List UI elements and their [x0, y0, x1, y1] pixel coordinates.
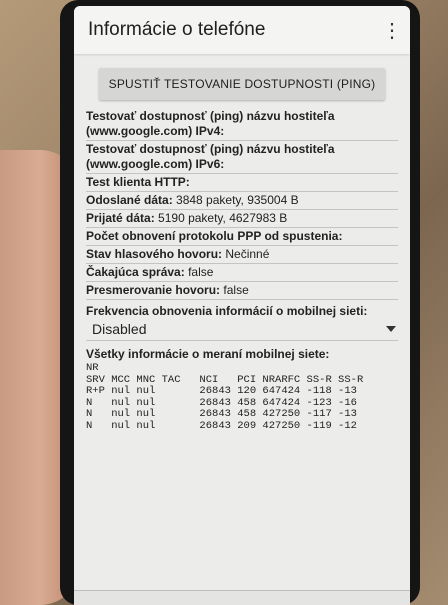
cell-info-line: N nul nul 26843 209 427250 -119 -12 — [86, 419, 357, 432]
row-label: Test klienta HTTP: — [86, 175, 190, 189]
row-label: Testovať dostupnosť (ping) názvu hostite… — [86, 109, 335, 138]
info-row-ping-ipv4: Testovať dostupnosť (ping) názvu hostite… — [86, 108, 398, 141]
cell-info-label: Všetky informácie o meraní mobilnej siet… — [86, 347, 330, 361]
cell-info-table: NR SRV MCC MNC TAC NCI PCI NRARFC SS-R SS… — [86, 362, 398, 432]
cell-info-line: N nul nul 26843 458 427250 -117 -13 — [86, 408, 357, 420]
row-label: Stav hlasového hovoru: — [86, 247, 223, 261]
row-value: false — [223, 283, 249, 297]
row-label: Presmerovanie hovoru: — [86, 283, 221, 297]
cell-info-line: R+P nul nul 26843 120 647424 -118 -13 — [86, 385, 357, 397]
phone-screen: Informácie o telefóne ⋮ SPUSTIŤ TESTOVAN… — [74, 6, 410, 605]
row-label: Čakajúca správa: — [86, 265, 185, 279]
row-label: Počet obnovení protokolu PPP od spusteni… — [86, 229, 343, 243]
dropdown-arrow-icon — [386, 326, 396, 332]
cell-info-header: NR — [86, 362, 99, 374]
info-row-call-state: Stav hlasového hovoru: Nečinné — [86, 246, 398, 264]
row-value: false — [188, 265, 214, 279]
more-vert-icon[interactable]: ⋮ — [382, 18, 402, 43]
bottom-bar — [74, 590, 410, 605]
refresh-rate-label: Frekvencia obnovenia informácií o mobiln… — [86, 304, 368, 318]
info-row-ping-ipv6: Testovať dostupnosť (ping) názvu hostite… — [86, 141, 398, 174]
row-label: Odoslané dáta: — [86, 193, 173, 207]
row-value: 5190 pakety, 4627983 B — [158, 211, 288, 225]
row-value: 3848 pakety, 935004 B — [176, 193, 299, 207]
refresh-rate-value: Disabled — [92, 321, 147, 337]
content: SPUSTIŤ TESTOVANIE DOSTUPNOSTI (PING) Te… — [74, 54, 410, 432]
ping-test-button[interactable]: SPUSTIŤ TESTOVANIE DOSTUPNOSTI (PING) — [98, 68, 386, 100]
row-value: Nečinné — [225, 247, 270, 261]
row-label: Testovať dostupnosť (ping) názvu hostite… — [86, 142, 335, 171]
info-row-http-test: Test klienta HTTP: — [86, 174, 398, 192]
app-bar: Informácie o telefóne ⋮ — [74, 6, 410, 54]
refresh-rate-select[interactable]: Disabled — [86, 318, 398, 341]
row-label: Prijaté dáta: — [86, 211, 155, 225]
page-title: Informácie o telefóne — [88, 19, 266, 40]
info-row-message-waiting: Čakajúca správa: false — [86, 264, 398, 282]
info-row-received-data: Prijaté dáta: 5190 pakety, 4627983 B — [86, 210, 398, 228]
info-row-ppp-resets: Počet obnovení protokolu PPP od spusteni… — [86, 228, 398, 246]
info-row-call-forwarding: Presmerovanie hovoru: false — [86, 282, 398, 300]
info-row-sent-data: Odoslané dáta: 3848 pakety, 935004 B — [86, 192, 398, 210]
